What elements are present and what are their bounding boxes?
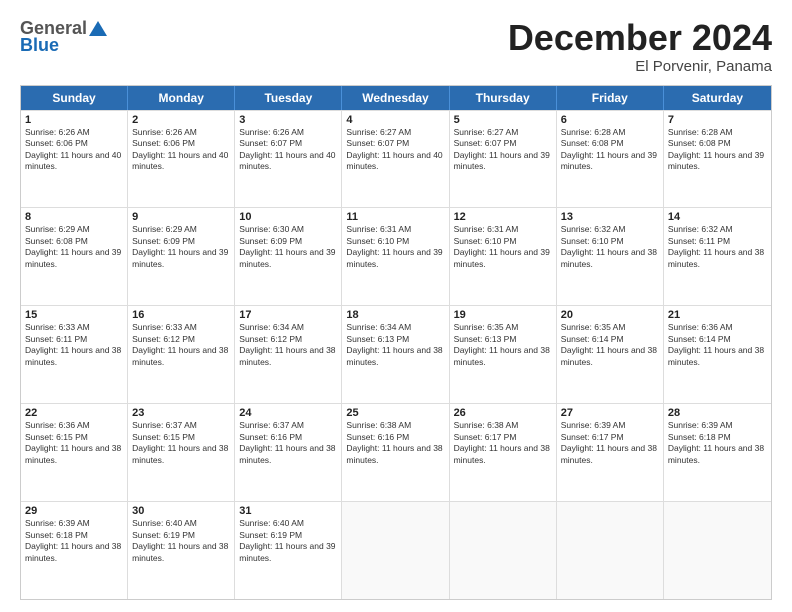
day-26: 26 Sunrise: 6:38 AMSunset: 6:17 PMDaylig… [450, 404, 557, 501]
day-empty-4 [664, 502, 771, 599]
week-row-1: 1 Sunrise: 6:26 AMSunset: 6:06 PMDayligh… [21, 110, 771, 208]
header-saturday: Saturday [664, 86, 771, 110]
day-19: 19 Sunrise: 6:35 AMSunset: 6:13 PMDaylig… [450, 306, 557, 403]
day-9: 9 Sunrise: 6:29 AMSunset: 6:09 PMDayligh… [128, 208, 235, 305]
day-1: 1 Sunrise: 6:26 AMSunset: 6:06 PMDayligh… [21, 111, 128, 208]
day-23: 23 Sunrise: 6:37 AMSunset: 6:15 PMDaylig… [128, 404, 235, 501]
week-row-5: 29 Sunrise: 6:39 AMSunset: 6:18 PMDaylig… [21, 501, 771, 599]
day-31: 31 Sunrise: 6:40 AMSunset: 6:19 PMDaylig… [235, 502, 342, 599]
page-header: General Blue December 2024 El Porvenir, … [20, 18, 772, 75]
day-11: 11 Sunrise: 6:31 AMSunset: 6:10 PMDaylig… [342, 208, 449, 305]
day-empty-1 [342, 502, 449, 599]
day-30: 30 Sunrise: 6:40 AMSunset: 6:19 PMDaylig… [128, 502, 235, 599]
week-row-3: 15 Sunrise: 6:33 AMSunset: 6:11 PMDaylig… [21, 305, 771, 403]
day-4: 4 Sunrise: 6:27 AMSunset: 6:07 PMDayligh… [342, 111, 449, 208]
week-row-2: 8 Sunrise: 6:29 AMSunset: 6:08 PMDayligh… [21, 207, 771, 305]
day-18: 18 Sunrise: 6:34 AMSunset: 6:13 PMDaylig… [342, 306, 449, 403]
calendar-header: Sunday Monday Tuesday Wednesday Thursday… [21, 86, 771, 110]
header-sunday: Sunday [21, 86, 128, 110]
day-27: 27 Sunrise: 6:39 AMSunset: 6:17 PMDaylig… [557, 404, 664, 501]
calendar-body: 1 Sunrise: 6:26 AMSunset: 6:06 PMDayligh… [21, 110, 771, 599]
location-title: El Porvenir, Panama [508, 58, 772, 75]
logo: General Blue [20, 18, 109, 56]
day-16: 16 Sunrise: 6:33 AMSunset: 6:12 PMDaylig… [128, 306, 235, 403]
day-6: 6 Sunrise: 6:28 AMSunset: 6:08 PMDayligh… [557, 111, 664, 208]
day-5: 5 Sunrise: 6:27 AMSunset: 6:07 PMDayligh… [450, 111, 557, 208]
day-12: 12 Sunrise: 6:31 AMSunset: 6:10 PMDaylig… [450, 208, 557, 305]
calendar: Sunday Monday Tuesday Wednesday Thursday… [20, 85, 772, 600]
day-17: 17 Sunrise: 6:34 AMSunset: 6:12 PMDaylig… [235, 306, 342, 403]
header-friday: Friday [557, 86, 664, 110]
month-title: December 2024 [508, 18, 772, 58]
day-22: 22 Sunrise: 6:36 AMSunset: 6:15 PMDaylig… [21, 404, 128, 501]
day-13: 13 Sunrise: 6:32 AMSunset: 6:10 PMDaylig… [557, 208, 664, 305]
day-28: 28 Sunrise: 6:39 AMSunset: 6:18 PMDaylig… [664, 404, 771, 501]
day-20: 20 Sunrise: 6:35 AMSunset: 6:14 PMDaylig… [557, 306, 664, 403]
calendar-page: General Blue December 2024 El Porvenir, … [0, 0, 792, 612]
day-25: 25 Sunrise: 6:38 AMSunset: 6:16 PMDaylig… [342, 404, 449, 501]
day-10: 10 Sunrise: 6:30 AMSunset: 6:09 PMDaylig… [235, 208, 342, 305]
day-3: 3 Sunrise: 6:26 AMSunset: 6:07 PMDayligh… [235, 111, 342, 208]
day-29: 29 Sunrise: 6:39 AMSunset: 6:18 PMDaylig… [21, 502, 128, 599]
day-24: 24 Sunrise: 6:37 AMSunset: 6:16 PMDaylig… [235, 404, 342, 501]
day-8: 8 Sunrise: 6:29 AMSunset: 6:08 PMDayligh… [21, 208, 128, 305]
header-thursday: Thursday [450, 86, 557, 110]
day-empty-2 [450, 502, 557, 599]
logo-icon [88, 19, 108, 39]
logo-blue-text: Blue [20, 35, 59, 56]
day-21: 21 Sunrise: 6:36 AMSunset: 6:14 PMDaylig… [664, 306, 771, 403]
day-7: 7 Sunrise: 6:28 AMSunset: 6:08 PMDayligh… [664, 111, 771, 208]
title-block: December 2024 El Porvenir, Panama [508, 18, 772, 75]
header-wednesday: Wednesday [342, 86, 449, 110]
day-15: 15 Sunrise: 6:33 AMSunset: 6:11 PMDaylig… [21, 306, 128, 403]
week-row-4: 22 Sunrise: 6:36 AMSunset: 6:15 PMDaylig… [21, 403, 771, 501]
day-empty-3 [557, 502, 664, 599]
header-tuesday: Tuesday [235, 86, 342, 110]
header-monday: Monday [128, 86, 235, 110]
day-2: 2 Sunrise: 6:26 AMSunset: 6:06 PMDayligh… [128, 111, 235, 208]
day-14: 14 Sunrise: 6:32 AMSunset: 6:11 PMDaylig… [664, 208, 771, 305]
